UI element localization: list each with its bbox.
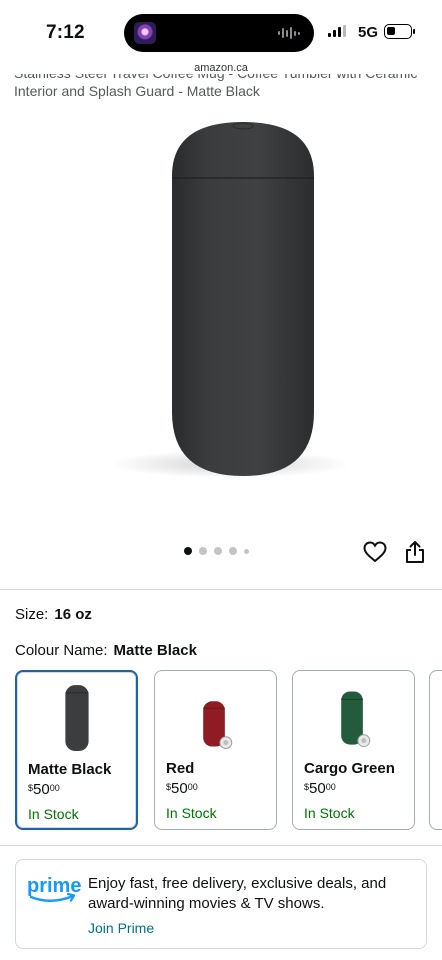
- colour-swatch-list[interactable]: Matte Black $50 00 In Stock Red $50 00 In …: [15, 668, 442, 832]
- swatch-thumbnail: [341, 691, 371, 748]
- price-fraction: 00: [187, 782, 198, 792]
- price-fraction: 00: [325, 782, 336, 792]
- signal-icon: [328, 25, 346, 37]
- colour-label: Colour Name:: [15, 642, 108, 659]
- colour-value: Matte Black: [113, 642, 197, 659]
- prime-logo-text: prime: [27, 875, 81, 897]
- product-image[interactable]: [0, 112, 442, 532]
- price-fraction: 00: [49, 783, 60, 793]
- prime-banner[interactable]: prime Enjoy fast, free delivery, exclusi…: [15, 859, 427, 949]
- swatch-more[interactable]: [429, 670, 442, 830]
- swatch-red[interactable]: Red $50 00 In Stock: [154, 670, 277, 830]
- address-bar-url[interactable]: amazon.ca: [0, 62, 442, 74]
- swatch-matte-black[interactable]: Matte Black $50 00 In Stock: [15, 670, 138, 830]
- carousel-dot[interactable]: [184, 547, 192, 555]
- swatch-name: Matte Black: [28, 761, 112, 778]
- audio-waveform-icon: [278, 27, 300, 39]
- status-bar: 7:12 5G: [0, 0, 442, 60]
- swatch-thumbnail: [65, 685, 89, 751]
- size-value: 16 oz: [54, 606, 92, 623]
- stock-status: In Stock: [166, 805, 217, 821]
- swatch-price: $50 00: [304, 780, 336, 797]
- heart-icon[interactable]: [363, 541, 387, 563]
- share-icon[interactable]: [404, 540, 426, 564]
- network-type: 5G: [358, 24, 379, 41]
- battery-icon: [384, 24, 415, 39]
- dynamic-island[interactable]: [124, 14, 314, 52]
- price-whole: 50: [309, 780, 326, 797]
- stock-status: In Stock: [28, 806, 79, 822]
- swatch-thumbnail: [203, 701, 233, 750]
- colour-name: Colour Name: Matte Black: [15, 642, 197, 659]
- price-whole: 50: [171, 780, 188, 797]
- carousel-dot[interactable]: [244, 548, 249, 554]
- carousel-dot[interactable]: [214, 547, 222, 555]
- swatch-name: Red: [166, 760, 195, 777]
- carousel-dot[interactable]: [229, 547, 237, 555]
- prime-logo: prime: [27, 875, 81, 902]
- carousel-dot[interactable]: [199, 547, 207, 555]
- price-whole: 50: [33, 781, 50, 798]
- image-carousel-indicator[interactable]: [184, 547, 249, 555]
- swatch-price: $50 00: [28, 781, 60, 798]
- swatch-cargo-green[interactable]: Cargo Green $50 00 In Stock: [292, 670, 415, 830]
- product-title-text: Stainless Steel Travel Coffee Mug - Coff…: [14, 74, 417, 99]
- size-label: Size:: [15, 606, 49, 623]
- status-time: 7:12: [46, 22, 85, 43]
- section-divider: [0, 845, 442, 846]
- size-selector[interactable]: Size: 16 oz: [15, 606, 92, 623]
- product-title: Stainless Steel Travel Coffee Mug - Coff…: [14, 74, 434, 110]
- join-prime-link[interactable]: Join Prime: [88, 920, 154, 936]
- section-divider: [0, 589, 442, 590]
- now-playing-artwork: [134, 22, 156, 44]
- prime-message: Enjoy fast, free delivery, exclusive dea…: [88, 875, 387, 912]
- swatch-price: $50 00: [166, 780, 198, 797]
- swatch-name: Cargo Green: [304, 760, 395, 777]
- stock-status: In Stock: [304, 805, 355, 821]
